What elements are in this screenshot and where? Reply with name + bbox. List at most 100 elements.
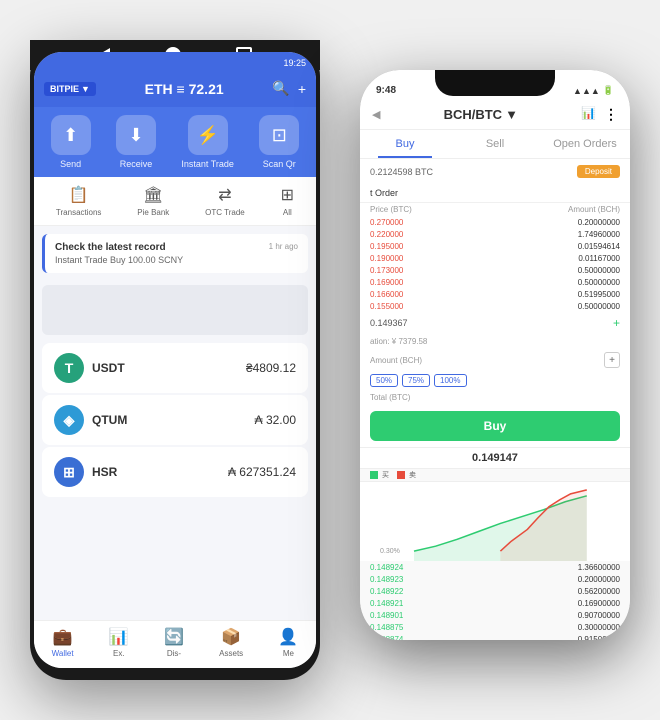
table-row: 买 卖 (360, 469, 630, 481)
mid-price: 0.149147 (360, 447, 630, 469)
table-row: 0.1730000.50000000 (360, 264, 630, 276)
send-label: Send (60, 159, 81, 169)
nav-all[interactable]: ⊞ All (281, 185, 294, 217)
nav-pie-bank[interactable]: 🏛 Pie Bank (137, 185, 169, 217)
ios-notch (435, 70, 555, 96)
usdt-balance: ₴4809.12 (246, 361, 296, 375)
ios-header-icons: 📊 ⋮ (581, 106, 618, 123)
plus-button[interactable]: + (613, 316, 620, 330)
qtum-balance: ₳ 32.00 (255, 413, 296, 427)
plus-icon[interactable]: + (298, 81, 306, 97)
all-icon: ⊞ (281, 185, 294, 205)
order-type-row[interactable]: t Order (360, 184, 630, 203)
pct-100[interactable]: 100% (434, 374, 466, 387)
wallet-item-qtum[interactable]: ◈ QTUM ₳ 32.00 (42, 395, 308, 445)
balance-row: 0.2124598 BTC Deposit (360, 159, 630, 184)
pair-title: BCH/BTC ▼ (444, 107, 518, 122)
scan-qr-button[interactable]: ⊡ Scan Qr (259, 115, 299, 169)
scan-label: Scan Qr (263, 159, 296, 169)
table-row: 0.2700000.20000000 (360, 216, 630, 228)
pct-75[interactable]: 75% (402, 374, 430, 387)
ios-status-icons: ▲▲▲ 🔋 (573, 85, 614, 96)
notif-subtitle: Instant Trade Buy 100.00 SCNY (55, 255, 183, 265)
bottom-nav-ex[interactable]: 📊 Ex. (109, 627, 129, 658)
assets-icon: 📦 (221, 627, 241, 647)
wallet-list: T USDT ₴4809.12 ◈ QTUM ₳ 32.00 ⊞ HSR (42, 343, 308, 497)
table-row: 0.1488750.30000000 (360, 621, 630, 633)
me-icon: 👤 (278, 627, 298, 647)
deposit-button[interactable]: Deposit (577, 165, 620, 178)
plus-btn-amount[interactable]: + (604, 352, 620, 368)
qtum-name: QTUM (92, 413, 127, 427)
notif-time: 1 hr ago (269, 242, 298, 251)
chart-icon[interactable]: 📊 (581, 106, 596, 123)
android-bottom-nav: 💼 Wallet 📊 Ex. 🔄 Dis- 📦 Assets 👤 (34, 620, 316, 668)
hsr-icon: ⊞ (54, 457, 84, 487)
bottom-nav-me[interactable]: 👤 Me (278, 627, 298, 658)
table-row: 0.1900000.01167000 (360, 252, 630, 264)
android-nav-row: 📋 Transactions 🏛 Pie Bank ⇄ OTC Trade ⊞ … (34, 177, 316, 226)
send-icon: ⬆ (51, 115, 91, 155)
lightning-icon: ⚡ (188, 115, 228, 155)
receive-button[interactable]: ⬇ Receive (116, 115, 156, 169)
balance-amount: 0.2124598 BTC (370, 167, 433, 177)
table-row: 0.1550000.50000000 (360, 300, 630, 312)
table-row: 0.1489010.90700000 (360, 609, 630, 621)
hsr-name: HSR (92, 465, 117, 479)
more-icon[interactable]: ⋮ (604, 106, 618, 123)
table-row: 0.1690000.50000000 (360, 276, 630, 288)
chart-pct: 0.30% (380, 548, 400, 555)
tab-buy[interactable]: Buy (360, 130, 450, 158)
amount-input-row: Amount (BCH) + (360, 349, 630, 371)
buy-button[interactable]: Buy (370, 411, 620, 441)
bottom-nav-assets[interactable]: 📦 Assets (219, 627, 243, 658)
total-row: Total (BTC) (360, 390, 630, 405)
qtum-icon: ◈ (54, 405, 84, 435)
dis-icon: 🔄 (164, 627, 184, 647)
ex-icon: 📊 (109, 627, 129, 647)
nav-transactions[interactable]: 📋 Transactions (56, 185, 102, 217)
instant-trade-button[interactable]: ⚡ Instant Trade (181, 115, 234, 169)
bottom-nav-dis[interactable]: 🔄 Dis- (164, 627, 184, 658)
send-button[interactable]: ⬆ Send (51, 115, 91, 169)
table-row: 0.1489210.16900000 (360, 597, 630, 609)
order-book-bids: 买 卖 (360, 469, 630, 640)
pct-50[interactable]: 50% (370, 374, 398, 387)
wallet-icon: 💼 (53, 627, 73, 647)
ios-trade-body: 0.2124598 BTC Deposit t Order Price (BTC… (360, 159, 630, 640)
header-balance: ETH ≡ 72.21 (145, 81, 224, 97)
price-cols-header: Price (BTC) Amount (BCH) (360, 203, 630, 216)
pct-buttons: 50% 75% 100% (360, 371, 630, 390)
trade-icon: ⇄ (218, 185, 231, 205)
notification-bar[interactable]: Check the latest record Instant Trade Bu… (42, 234, 308, 273)
receive-label: Receive (120, 159, 153, 169)
qr-icon: ⊡ (259, 115, 299, 155)
bank-icon: 🏛 (143, 185, 163, 205)
bitpie-logo[interactable]: BITPIE ▼ (44, 82, 96, 96)
tab-sell[interactable]: Sell (450, 130, 540, 158)
ios-screen: 9:48 ▲▲▲ 🔋 ◀ BCH/BTC ▼ 📊 ⋮ (360, 70, 630, 640)
table-row: 0.1660000.51995000 (360, 288, 630, 300)
ios-phone: 9:48 ▲▲▲ 🔋 ◀ BCH/BTC ▼ 📊 ⋮ (360, 70, 630, 640)
nav-otc-trade[interactable]: ⇄ OTC Trade (205, 185, 245, 217)
usdt-icon: T (54, 353, 84, 383)
ios-time: 9:48 (376, 85, 396, 96)
wallet-item-hsr[interactable]: ⊞ HSR ₳ 627351.24 (42, 447, 308, 497)
ios-header: ◀ BCH/BTC ▼ 📊 ⋮ (360, 100, 630, 130)
table-row: 0.1950000.01594614 (360, 240, 630, 252)
android-header: BITPIE ▼ ETH ≡ 72.21 🔍 + (34, 74, 316, 107)
android-time: 19:25 (283, 58, 306, 68)
wallet-item-usdt[interactable]: T USDT ₴4809.12 (42, 343, 308, 393)
receive-icon: ⬇ (116, 115, 156, 155)
spacer-block (42, 285, 308, 335)
tab-open-orders[interactable]: Open Orders (540, 130, 630, 158)
android-status-bar: 19:25 (34, 52, 316, 74)
action-buttons: ⬆ Send ⬇ Receive ⚡ Instant Trade ⊡ Scan … (34, 107, 316, 177)
table-row: 0.2200001.74960000 (360, 228, 630, 240)
search-icon[interactable]: 🔍 (272, 80, 289, 97)
hsr-balance: ₳ 627351.24 (228, 465, 296, 479)
calc-row: ation: ¥ 7379.58 (360, 334, 630, 349)
depth-chart: 0.30% (360, 481, 630, 561)
bottom-nav-wallet[interactable]: 💼 Wallet (52, 627, 74, 658)
instant-trade-label: Instant Trade (181, 159, 234, 169)
